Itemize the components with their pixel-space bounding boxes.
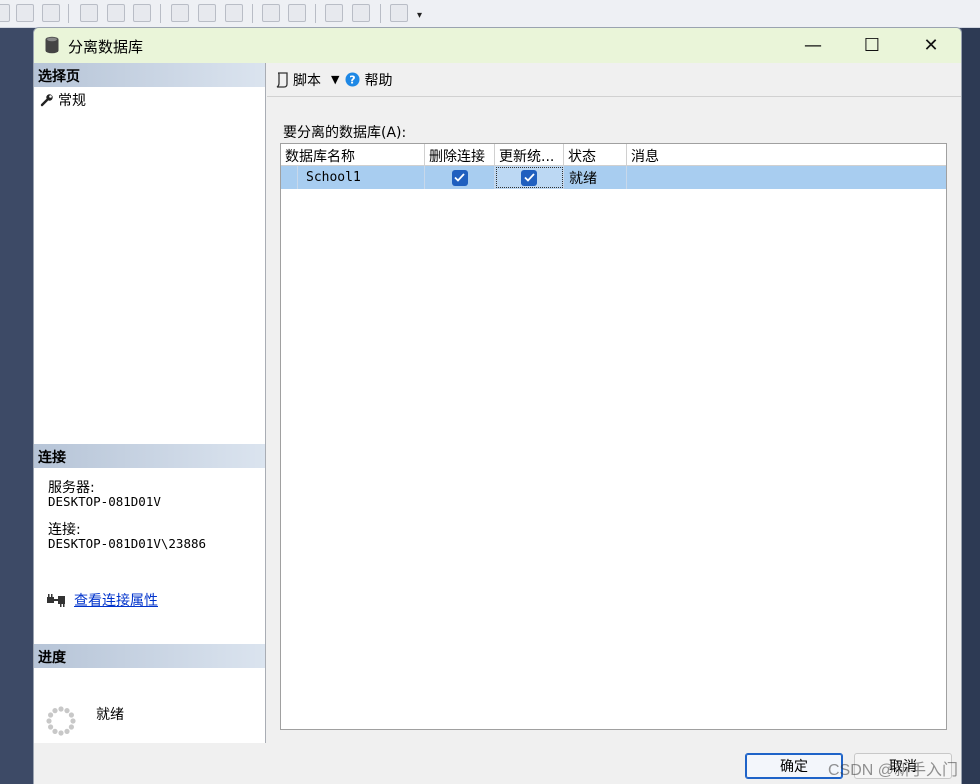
help-label: 帮助 bbox=[364, 72, 393, 89]
content-area: 要分离的数据库(A): 数据库名称 删除连接 更新统... 状态 消息 Scho… bbox=[267, 98, 961, 758]
plug-icon bbox=[47, 594, 65, 607]
minimize-button[interactable]: — bbox=[784, 28, 842, 63]
toolbar-icon[interactable] bbox=[288, 4, 306, 22]
title-bar[interactable]: 分离数据库 — ☐ ✕ bbox=[34, 28, 961, 63]
row-selector[interactable] bbox=[281, 166, 298, 189]
checkmark-icon bbox=[523, 173, 535, 182]
server-value: DESKTOP-081D01V bbox=[48, 494, 161, 509]
column-header-drop-connections[interactable]: 删除连接 bbox=[425, 144, 495, 166]
update-statistics-checkbox[interactable] bbox=[521, 169, 537, 186]
watermark: CSDN @新手入门 bbox=[828, 762, 959, 779]
connection-value: DESKTOP-081D01V\23886 bbox=[48, 536, 207, 551]
svg-text:?: ? bbox=[350, 74, 356, 87]
toolbar-icon[interactable] bbox=[198, 4, 216, 22]
toolbar-separator bbox=[252, 4, 253, 23]
column-header-status[interactable]: 状态 bbox=[564, 144, 627, 166]
script-dropdown-icon[interactable]: ▼ bbox=[331, 73, 339, 86]
dialog-title: 分离数据库 bbox=[68, 38, 144, 56]
toolbar-separator bbox=[68, 4, 69, 23]
message-cell bbox=[627, 166, 946, 189]
progress-status: 就绪 bbox=[96, 707, 124, 723]
script-icon bbox=[276, 71, 288, 88]
toolbar-icon[interactable] bbox=[325, 4, 343, 22]
select-page-header: 选择页 bbox=[34, 63, 265, 87]
wrench-icon bbox=[40, 94, 53, 107]
table-row[interactable]: School1 就绪 bbox=[281, 166, 946, 189]
grid-header: 数据库名称 删除连接 更新统... 状态 消息 bbox=[281, 144, 946, 166]
database-name-cell: School1 bbox=[298, 166, 425, 189]
update-statistics-cell bbox=[495, 166, 564, 189]
close-button[interactable]: ✕ bbox=[902, 28, 960, 63]
help-button[interactable]: ? 帮助 bbox=[345, 70, 392, 90]
background-window bbox=[962, 28, 980, 784]
toolbar-icon[interactable] bbox=[107, 4, 125, 22]
detach-database-dialog: 分离数据库 — ☐ ✕ 选择页 常规 连接 服务器: DESKTOP-081D0… bbox=[33, 27, 962, 784]
toolbar-icon[interactable] bbox=[390, 4, 408, 22]
connection-header: 连接 bbox=[34, 444, 265, 468]
drop-connections-cell bbox=[425, 166, 495, 189]
toolbar-icon[interactable] bbox=[42, 4, 60, 22]
toolbar-icon[interactable] bbox=[262, 4, 280, 22]
background-toolbar: ▾ bbox=[0, 0, 980, 28]
page-item-general[interactable]: 常规 bbox=[40, 90, 86, 110]
help-icon: ? bbox=[345, 72, 360, 87]
toolbar-separator bbox=[160, 4, 161, 23]
view-connection-properties-link[interactable]: 查看连接属性 bbox=[74, 590, 158, 610]
column-header-database-name[interactable]: 数据库名称 bbox=[281, 144, 425, 166]
database-icon bbox=[45, 36, 59, 54]
maximize-button[interactable]: ☐ bbox=[843, 28, 901, 63]
toolbar-icon[interactable] bbox=[16, 4, 34, 22]
toolbar-icon[interactable] bbox=[0, 4, 10, 22]
databases-grid[interactable]: 数据库名称 删除连接 更新统... 状态 消息 School1 就绪 bbox=[280, 143, 947, 730]
toolbar-overflow-icon[interactable]: ▾ bbox=[417, 10, 422, 21]
column-header-message[interactable]: 消息 bbox=[627, 144, 946, 166]
toolbar-separator bbox=[315, 4, 316, 23]
view-connection-properties[interactable]: 查看连接属性 bbox=[46, 590, 158, 610]
progress-spinner-icon bbox=[46, 706, 76, 736]
column-header-update-statistics[interactable]: 更新统... bbox=[495, 144, 564, 166]
status-cell: 就绪 bbox=[564, 166, 627, 189]
toolbar-icon[interactable] bbox=[133, 4, 151, 22]
dialog-toolbar: 脚本 ▼ ? 帮助 bbox=[267, 63, 961, 97]
progress-header: 进度 bbox=[34, 644, 265, 668]
toolbar-icon[interactable] bbox=[225, 4, 243, 22]
script-button[interactable]: 脚本 bbox=[275, 70, 321, 90]
databases-to-detach-label: 要分离的数据库(A): bbox=[283, 125, 407, 141]
drop-connections-checkbox[interactable] bbox=[451, 169, 468, 186]
toolbar-separator bbox=[380, 4, 381, 23]
toolbar-icon[interactable] bbox=[352, 4, 370, 22]
toolbar-icon[interactable] bbox=[80, 4, 98, 22]
page-item-label: 常规 bbox=[58, 93, 86, 109]
checkmark-icon bbox=[454, 173, 465, 182]
script-label: 脚本 bbox=[293, 72, 321, 89]
toolbar-icon[interactable] bbox=[171, 4, 189, 22]
left-panel: 选择页 常规 连接 服务器: DESKTOP-081D01V 连接: DESKT… bbox=[34, 63, 266, 743]
